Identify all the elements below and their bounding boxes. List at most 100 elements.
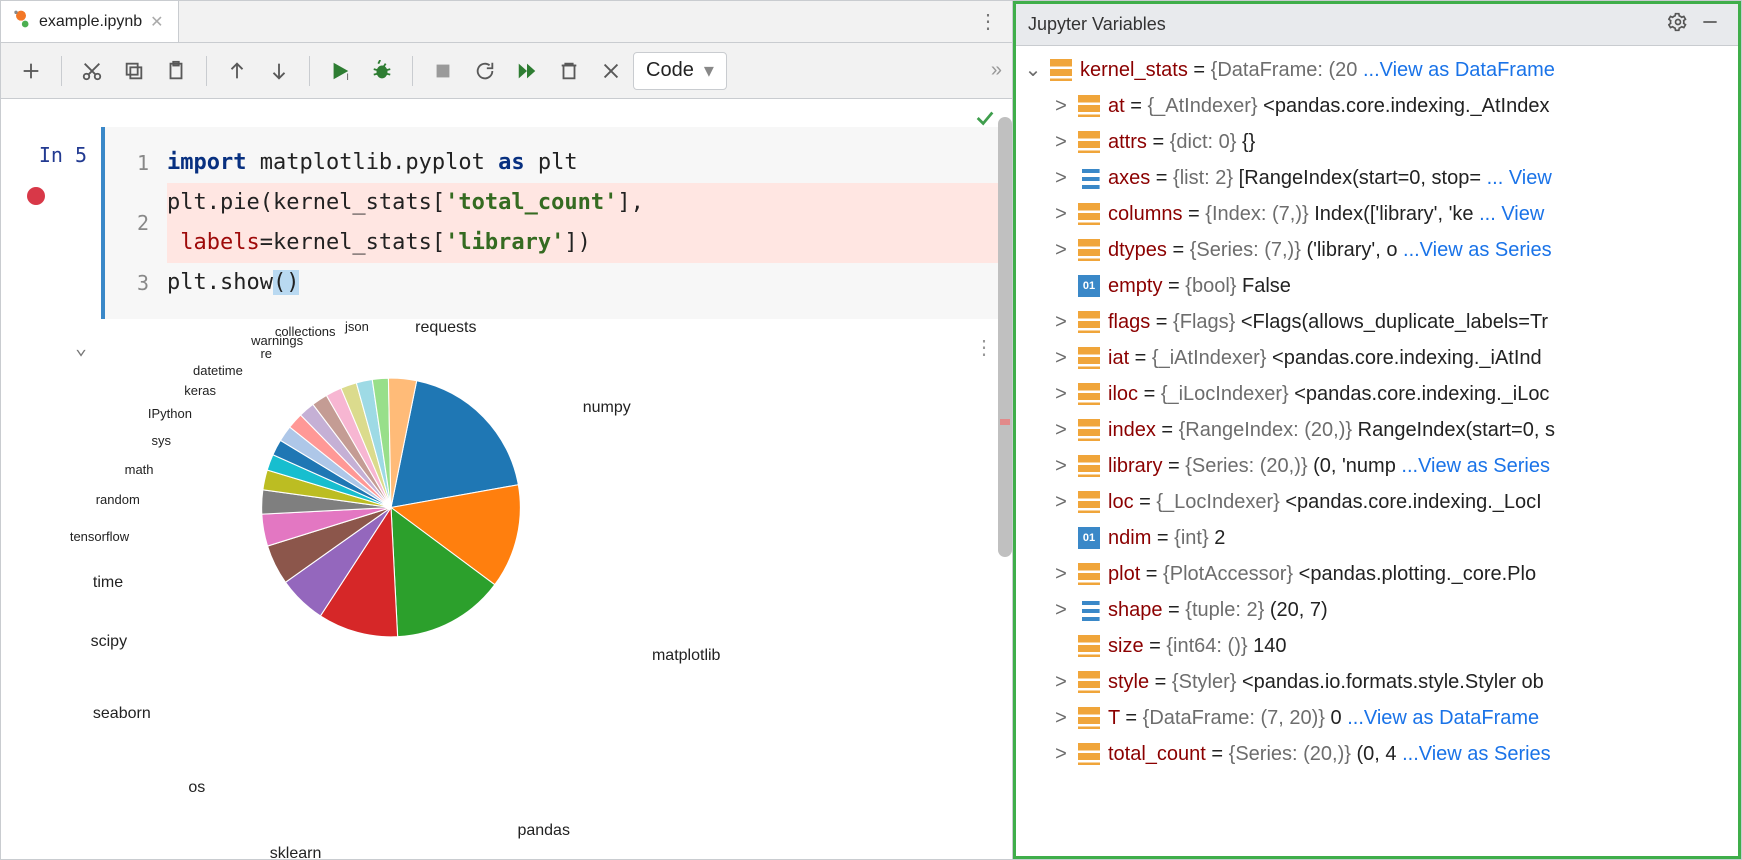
run-all-button[interactable] — [507, 51, 547, 91]
pie-label: datetime — [193, 363, 243, 378]
variable-row[interactable]: >size = {int64: ()} 140 — [1020, 628, 1738, 664]
paste-button[interactable] — [156, 51, 196, 91]
run-cell-button[interactable]: I — [320, 51, 360, 91]
variable-row[interactable]: >01empty = {bool} False — [1020, 268, 1738, 304]
restart-button[interactable] — [465, 51, 505, 91]
variable-row[interactable]: >index = {RangeIndex: (20,)} RangeIndex(… — [1020, 412, 1738, 448]
pie-label: IPython — [148, 406, 192, 421]
minimap-thumb[interactable] — [998, 117, 1012, 557]
editor-tab[interactable]: example.ipynb ✕ — [1, 1, 179, 42]
variable-row[interactable]: >loc = {_LocIndexer} <pandas.core.indexi… — [1020, 484, 1738, 520]
struct-icon — [1078, 347, 1100, 369]
pie-label: seaborn — [93, 705, 151, 723]
variable-row[interactable]: >at = {_AtIndexer} <pandas.core.indexing… — [1020, 88, 1738, 124]
cell-output: ⌄ ⋮ numpymatplotlibpandassklearnosseabor… — [1, 335, 1012, 680]
expand-icon[interactable]: > — [1052, 592, 1070, 628]
expand-icon[interactable]: > — [1052, 88, 1070, 124]
struct-icon — [1078, 707, 1100, 729]
view-link[interactable]: ...View as DataFrame — [1342, 707, 1539, 729]
expand-icon[interactable]: > — [1052, 340, 1070, 376]
collapse-icon[interactable]: ⌄ — [1024, 52, 1042, 88]
toolbar-more-icon[interactable]: » — [991, 59, 1002, 82]
view-link[interactable]: ...View as DataFrame — [1363, 59, 1555, 81]
view-link[interactable]: ...View as Series — [1397, 239, 1551, 261]
interrupt-button[interactable] — [423, 51, 463, 91]
view-link[interactable]: ... View — [1481, 167, 1552, 189]
delete-cell-button[interactable] — [549, 51, 589, 91]
expand-icon[interactable]: > — [1052, 376, 1070, 412]
variable-row[interactable]: >flags = {Flags} <Flags(allows_duplicate… — [1020, 304, 1738, 340]
code-cell[interactable]: In 5 1 2 3 import matplotlib.pyplot as p… — [1, 99, 1012, 319]
pie-label: math — [125, 462, 154, 477]
variable-row[interactable]: >library = {Series: (20,)} (0, 'nump ...… — [1020, 448, 1738, 484]
tab-title: example.ipynb — [39, 13, 142, 31]
jupyter-icon — [11, 9, 31, 34]
cell-prompt: In 5 — [1, 127, 101, 319]
output-more-icon[interactable]: ⋮ — [974, 335, 994, 360]
pie-label: keras — [184, 383, 216, 398]
app-window: example.ipynb ✕ ⋮ I Code — [0, 0, 1742, 860]
editor-tabbar: example.ipynb ✕ ⋮ — [1, 1, 1012, 43]
expand-icon[interactable]: > — [1052, 556, 1070, 592]
code-area[interactable]: import matplotlib.pyplot as pltplt.pie(k… — [159, 127, 1012, 319]
svg-text:I: I — [346, 72, 349, 82]
editor-body: In 5 1 2 3 import matplotlib.pyplot as p… — [1, 99, 1012, 859]
variable-row[interactable]: >iat = {_iAtIndexer} <pandas.core.indexi… — [1020, 340, 1738, 376]
breakpoint-icon[interactable] — [27, 187, 45, 205]
minimize-icon[interactable] — [1694, 12, 1726, 37]
variable-row[interactable]: >T = {DataFrame: (7, 20)} 0 ...View as D… — [1020, 700, 1738, 736]
debug-button[interactable] — [362, 51, 402, 91]
view-link[interactable]: ...View as Series — [1397, 743, 1551, 765]
expand-icon[interactable]: > — [1052, 196, 1070, 232]
variable-row[interactable]: >dtypes = {Series: (7,)} ('library', o .… — [1020, 232, 1738, 268]
view-link[interactable]: ... View — [1474, 203, 1545, 225]
struct-icon — [1078, 491, 1100, 513]
pie-label: requests — [415, 319, 476, 337]
copy-button[interactable] — [114, 51, 154, 91]
variable-root[interactable]: ⌄ kernel_stats = {DataFrame: (20 ...View… — [1020, 52, 1738, 88]
expand-icon[interactable]: > — [1052, 484, 1070, 520]
expand-icon[interactable]: > — [1052, 700, 1070, 736]
close-icon[interactable]: ✕ — [150, 12, 163, 32]
variable-row[interactable]: >columns = {Index: (7,)} Index(['library… — [1020, 196, 1738, 232]
variable-row[interactable]: >style = {Styler} <pandas.io.formats.sty… — [1020, 664, 1738, 700]
expand-icon[interactable]: > — [1052, 664, 1070, 700]
pie-label: tensorflow — [70, 529, 129, 544]
gear-icon[interactable] — [1662, 12, 1694, 37]
move-down-button[interactable] — [259, 51, 299, 91]
variable-row[interactable]: >axes = {list: 2} [RangeIndex(start=0, s… — [1020, 160, 1738, 196]
expand-icon[interactable]: > — [1052, 736, 1070, 772]
variable-row[interactable]: >iloc = {_iLocIndexer} <pandas.core.inde… — [1020, 376, 1738, 412]
struct-icon — [1078, 635, 1100, 657]
cut-button[interactable] — [72, 51, 112, 91]
expand-icon[interactable]: > — [1052, 160, 1070, 196]
move-up-button[interactable] — [217, 51, 257, 91]
clear-output-button[interactable] — [591, 51, 631, 91]
editor-minimap[interactable] — [998, 99, 1012, 859]
variable-row[interactable]: >01ndim = {int} 2 — [1020, 520, 1738, 556]
pie-label: scipy — [91, 633, 127, 651]
struct-icon — [1078, 671, 1100, 693]
editor-toolbar: I Code ▾ » — [1, 43, 1012, 99]
expand-icon[interactable]: > — [1052, 448, 1070, 484]
variable-row[interactable]: >attrs = {dict: 0} {} — [1020, 124, 1738, 160]
tab-more-icon[interactable]: ⋮ — [964, 9, 1012, 34]
expand-icon[interactable]: > — [1052, 304, 1070, 340]
cell-type-select[interactable]: Code ▾ — [633, 52, 727, 90]
expand-icon[interactable]: > — [1052, 124, 1070, 160]
add-cell-button[interactable] — [11, 51, 51, 91]
expand-icon[interactable]: > — [1052, 232, 1070, 268]
list-icon — [1078, 599, 1100, 621]
expand-icon[interactable]: > — [1052, 412, 1070, 448]
variables-tree[interactable]: ⌄ kernel_stats = {DataFrame: (20 ...View… — [1016, 46, 1738, 856]
variable-row[interactable]: >plot = {PlotAccessor} <pandas.plotting.… — [1020, 556, 1738, 592]
pie-label: sys — [152, 433, 172, 448]
variable-row[interactable]: >total_count = {Series: (20,)} (0, 4 ...… — [1020, 736, 1738, 772]
view-link[interactable]: ...View as Series — [1396, 455, 1550, 477]
struct-icon — [1078, 311, 1100, 333]
cell-ok-icon — [974, 107, 996, 134]
struct-icon — [1078, 563, 1100, 585]
collapse-output-icon[interactable]: ⌄ — [75, 335, 87, 359]
editor-pane: example.ipynb ✕ ⋮ I Code — [1, 1, 1013, 859]
variable-row[interactable]: >shape = {tuple: 2} (20, 7) — [1020, 592, 1738, 628]
